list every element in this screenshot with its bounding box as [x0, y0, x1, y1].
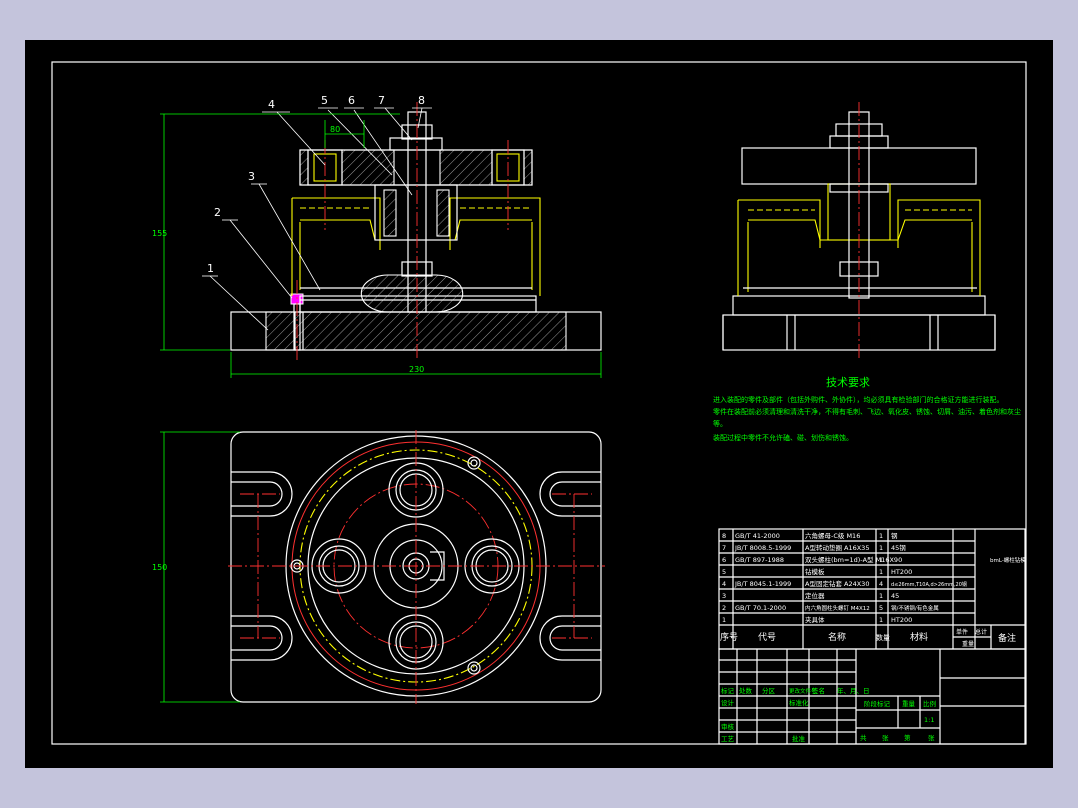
bom-qty: 1 — [879, 616, 883, 624]
balloon-3: 3 — [248, 170, 255, 183]
bom-material: 钢 — [891, 532, 898, 540]
bom-code: GB/T 41-2000 — [735, 532, 780, 540]
bom-header-total: 总计 — [975, 628, 987, 636]
bom-material: HT200 — [891, 616, 912, 624]
bom-header-weight: 重量 — [962, 640, 974, 648]
base-hatch — [265, 311, 567, 351]
bom-header-remark: 备注 — [998, 632, 1016, 644]
dim-height-front: 155 — [152, 229, 167, 238]
tech-line-2: 零件在装配前必须清理和清洗干净，不得有毛刺、飞边、氧化皮、锈蚀、切屑、油污、着色… — [713, 407, 1021, 416]
bom-material: d≤26mm,T10A,d>26mm,20钢 — [891, 581, 967, 588]
bom-name: 内六角圆柱头螺钉 M4X12 — [805, 604, 870, 612]
locating-boss — [360, 274, 464, 313]
bom-no: 2 — [722, 604, 726, 612]
bom-name: 钻模板 — [805, 567, 825, 576]
bom-code: GB/T 897-1988 — [735, 556, 784, 564]
tb-sheet-unit-2: 张 — [928, 733, 935, 742]
balloon-5: 5 — [321, 94, 328, 107]
tb-process: 工艺 — [721, 735, 735, 743]
bom-name: 六角螺母-C级 M16 — [805, 531, 860, 540]
bom-header-qty: 数量 — [876, 633, 890, 642]
tb-stage: 阶段标记 — [864, 699, 891, 708]
bom-name: 夹具体 — [805, 615, 825, 624]
tb-scale-value: 1:1 — [924, 716, 934, 724]
tb-weight: 重量 — [902, 700, 916, 708]
tb-design: 设计 — [721, 698, 735, 707]
tech-title: 技术要求 — [826, 376, 870, 389]
balloon-8: 8 — [418, 94, 425, 107]
bom-qty: 1 — [879, 544, 883, 552]
tb-sheet-unit: 张 — [882, 733, 889, 742]
bom-no: 7 — [722, 544, 726, 552]
side-stud — [848, 111, 870, 299]
dim-bushing-spacing: 80 — [330, 125, 340, 134]
technical-requirements: 技术要求 进入装配的零件及部件（包括外购件、外协件），均必须具有检验部门的合格证… — [713, 376, 1021, 442]
bom-code: GB/T 70.1-2000 — [735, 604, 786, 612]
balloon-1: 1 — [207, 262, 214, 275]
change-sign: 签名 — [812, 686, 825, 695]
bom-name: A型转动垫圈 A16X35 — [805, 543, 869, 552]
bom-header-no: 序号 — [720, 631, 738, 643]
bom-name: A型固定钻套 A24X30 — [805, 579, 869, 588]
tb-sheet-total: 共 — [860, 733, 867, 742]
tb-standard: 标准化 — [789, 698, 809, 707]
bom-material: HT200 — [891, 568, 912, 576]
bom-no: 6 — [722, 556, 726, 564]
dim-height-top: 150 — [152, 563, 167, 572]
bom-qty: 4 — [879, 580, 883, 588]
bom-no: 5 — [722, 568, 726, 576]
bom-qty: 1 — [879, 556, 883, 564]
bom-code: JB/T 8045.1-1999 — [734, 580, 791, 588]
tb-review: 审核 — [721, 722, 735, 731]
bom-material: 45钢 — [891, 544, 906, 552]
bom-table: 8 GB/T 41-2000 六角螺母-C级 M16 1 钢 7 JB/T 80… — [718, 528, 1026, 650]
balloon-4: 4 — [268, 98, 275, 111]
cad-viewport[interactable]: 1 2 3 4 5 6 7 8 155 230 80 技术要求 进入装配的零件及… — [25, 40, 1053, 768]
bom-qty: 1 — [879, 592, 883, 600]
tech-line-3: 等。 — [713, 419, 727, 428]
tech-line-4: 装配过程中零件不允许磕、碰、划伤和锈蚀。 — [713, 433, 853, 442]
bom-qty: 5 — [879, 604, 883, 612]
tech-line-1: 进入装配的零件及部件（包括外购件、外协件），均必须具有检验部门的合格证方能进行装… — [713, 395, 1004, 404]
bom-code: JB/T 8008.5-1999 — [734, 544, 791, 552]
bom-material: 钢/不锈钢/有色金属 — [891, 604, 939, 612]
bom-no: 3 — [722, 592, 726, 600]
balloon-2: 2 — [214, 206, 221, 219]
bom-no: 8 — [722, 532, 726, 540]
bom-name: 定位器 — [805, 591, 825, 600]
change-mark: 标记 — [721, 686, 735, 695]
change-date: 年、月、日 — [837, 686, 870, 695]
tb-sheet-no: 第 — [904, 733, 911, 742]
change-count: 处数 — [739, 686, 753, 695]
bom-qty: 1 — [879, 568, 883, 576]
top-view: 150 — [152, 430, 605, 704]
tb-approve: 批准 — [792, 734, 806, 743]
bom-qty: 1 — [879, 532, 883, 540]
bom-header-material: 材料 — [910, 631, 928, 643]
bom-header-name: 名称 — [828, 631, 846, 643]
bom-no: 4 — [722, 580, 726, 588]
bom-header-code: 代号 — [758, 632, 776, 643]
drawing-canvas: 1 2 3 4 5 6 7 8 155 230 80 技术要求 进入装配的零件及… — [51, 61, 1027, 745]
tb-scale: 比例 — [923, 699, 936, 708]
bom-header-unit: 单件 — [956, 628, 968, 636]
bom-name: 双头螺柱(bm=1d)-A型 M16X90 — [805, 555, 902, 564]
side-view — [722, 102, 996, 360]
title-block: 标记 处数 分区 更改文件号 签名 年、月、日 设计 标准化 审核 工艺 批准 … — [718, 648, 1026, 745]
balloon-7: 7 — [378, 94, 385, 107]
dim-width-front: 230 — [409, 365, 424, 374]
bom-no: 1 — [722, 616, 726, 624]
change-zone: 分区 — [762, 686, 776, 695]
bom-material: 45 — [891, 592, 899, 600]
balloon-6: 6 — [348, 94, 355, 107]
front-section-view: 1 2 3 4 5 6 7 8 155 230 80 — [152, 94, 602, 378]
bom-side-note: bmL-螺柱钻模 — [990, 556, 1026, 564]
